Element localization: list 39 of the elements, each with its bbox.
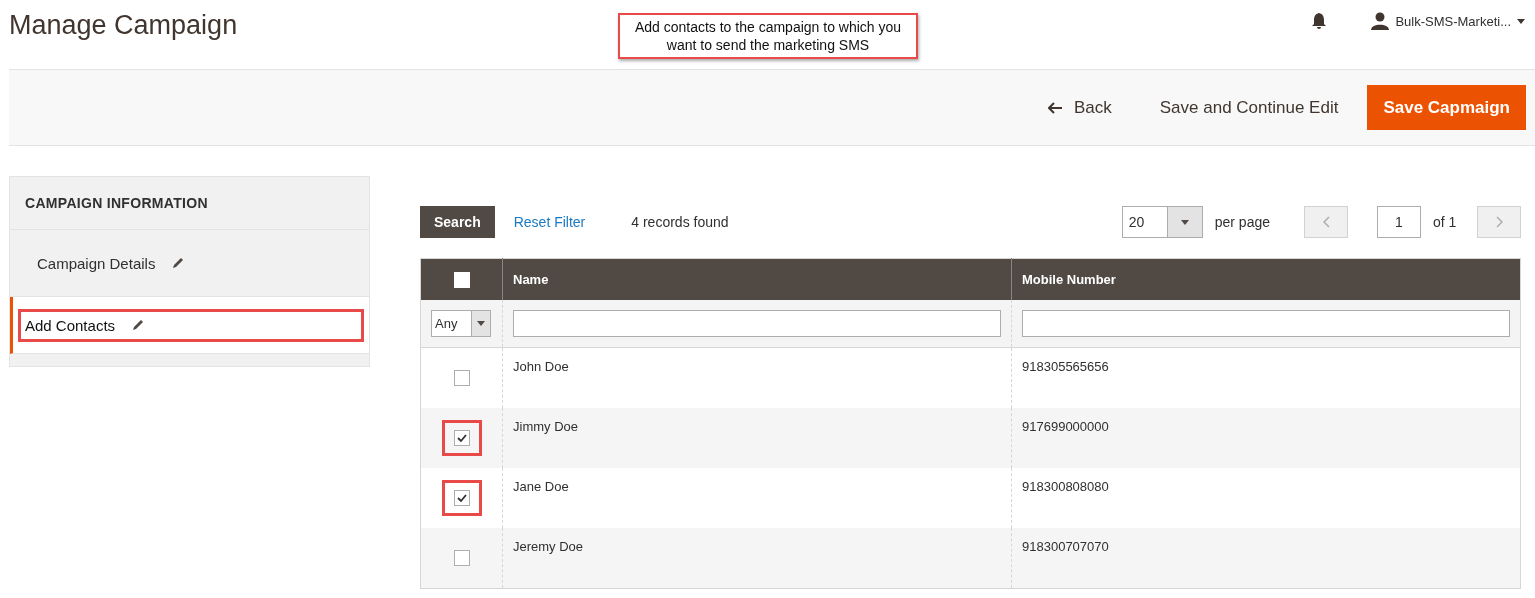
table-cell: 917699000000 (1011, 408, 1521, 468)
checkbox[interactable] (453, 490, 470, 506)
caret-icon (1180, 219, 1189, 225)
records-count: 4 records found (631, 214, 729, 230)
caret-icon (477, 321, 485, 326)
table-cell: 918300707070 (1011, 528, 1521, 589)
page-title: Manage Campaign (9, 10, 239, 41)
pencil-icon (131, 318, 146, 332)
chevron-right-icon (1495, 216, 1503, 228)
table-cell: Jimmy Doe (502, 408, 1012, 468)
search-button[interactable]: Search (420, 206, 495, 238)
filter-select[interactable]: Any (431, 310, 491, 337)
checkbox[interactable] (453, 430, 470, 446)
checkbox[interactable] (453, 370, 470, 386)
section-title: CAMPAIGN INFORMATION (10, 177, 369, 230)
per-page-select[interactable]: 20 (1121, 206, 1203, 238)
sidebar-item[interactable]: Campaign Details (30, 246, 193, 280)
bell-icon[interactable] (1311, 12, 1328, 30)
user-icon[interactable] (1371, 12, 1390, 30)
callout-note: Add contacts to the campaign to which you want to send the marketing SMS (618, 13, 918, 59)
checkbox[interactable] (453, 550, 470, 566)
column-header: Mobile Number (1011, 258, 1521, 300)
page-input[interactable]: 1 (1377, 206, 1421, 238)
pencil-icon (171, 256, 186, 270)
per-page-label: per page (1214, 214, 1270, 230)
reset-filter-link[interactable]: Reset Filter (513, 214, 586, 230)
save-button[interactable]: Save Capmaign (1367, 85, 1526, 130)
filter-input[interactable] (513, 310, 1001, 337)
sidebar-item[interactable]: Add Contacts (18, 308, 364, 342)
arrow-left-icon (1047, 101, 1062, 114)
back-button[interactable]: Back (1033, 87, 1126, 128)
user-menu[interactable]: Bulk-SMS-Marketi... (1395, 13, 1511, 29)
table-cell: Jeremy Doe (502, 528, 1012, 589)
chevron-left-icon (1322, 216, 1330, 228)
save-continue-button[interactable]: Save and Continue Edit (1145, 87, 1353, 128)
column-header: Name (502, 258, 1012, 300)
caret-icon[interactable] (1517, 18, 1525, 24)
page-count: of 1 (1433, 214, 1458, 230)
filter-input[interactable] (1022, 310, 1510, 337)
